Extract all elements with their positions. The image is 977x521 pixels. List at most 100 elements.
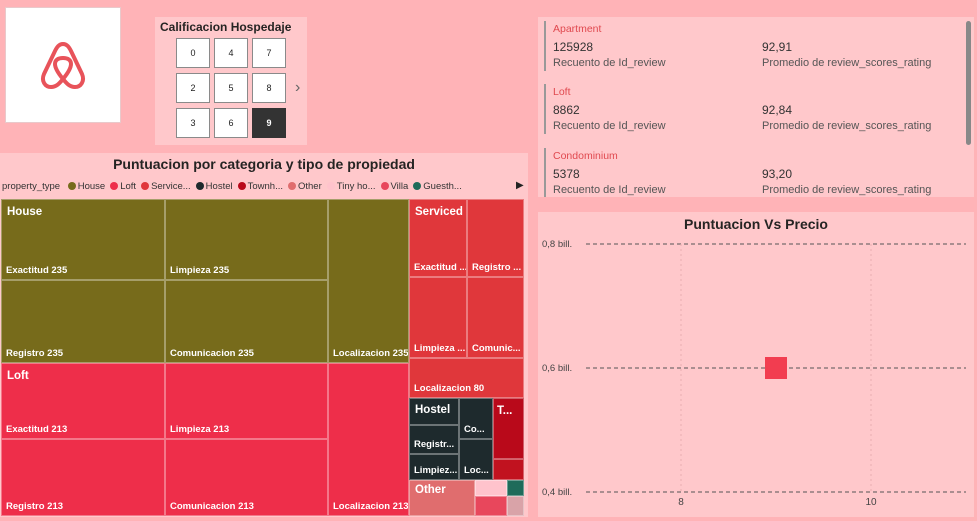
scatter-title: Puntuacion Vs Precio [684, 216, 828, 232]
tile-serviced-exactitud[interactable]: Serviced apartm... Exactitud ... [409, 199, 467, 277]
legend-item[interactable]: Service... [141, 181, 191, 192]
tile-loft-limpieza[interactable]: Limpieza 213 [165, 363, 328, 439]
y-tick-label: 0,6 bill. [542, 363, 572, 374]
airbnb-logo [5, 7, 121, 123]
slicer-option-3[interactable]: 3 [176, 108, 210, 138]
tile-label: Comunicacion 213 [170, 501, 254, 512]
tile-villa[interactable] [475, 496, 507, 516]
airbnb-logo-icon [40, 42, 86, 89]
tile-loft-exactitud[interactable]: Loft Exactitud 213 [1, 363, 165, 439]
card-count-label: Recuento de Id_review [553, 57, 666, 69]
legend-label: Townh... [247, 181, 283, 192]
legend-dot-icon [195, 182, 204, 190]
legend-dot-icon [67, 182, 76, 190]
legend-next-icon[interactable]: ▶ [516, 180, 524, 191]
tile-label: Comunicacion 235 [170, 348, 254, 359]
slicer-option-6[interactable]: 6 [214, 108, 248, 138]
slicer-option-0[interactable]: 0 [176, 38, 210, 68]
tile-loft-registro[interactable]: Registro 213 [1, 439, 165, 516]
tile-loft-localizacion[interactable]: Localizacion 213 [328, 363, 409, 516]
legend-dot-icon [413, 182, 422, 190]
tile-serviced-registro[interactable]: Registro ... [467, 199, 524, 277]
x-tick-label: 8 [678, 497, 684, 508]
scatter-point[interactable] [765, 357, 787, 379]
legend-label: House [77, 181, 106, 192]
tile-hostel-registro[interactable]: Registr... [409, 425, 459, 454]
card-apartment: Apartment 125928 Recuento de Id_review 9… [544, 21, 964, 71]
card-avg-label: Promedio de review_scores_rating [762, 120, 932, 132]
tile-tiny-house[interactable] [475, 480, 507, 496]
tile-house-comunicacion[interactable]: Comunicacion 235 [165, 280, 328, 363]
tile-serviced-limpieza[interactable]: Limpieza ... [409, 277, 467, 358]
tile-hostel-loc[interactable]: Loc... [459, 439, 493, 480]
tile-label: Localizacion 235 [333, 348, 409, 359]
legend-label: Hostel [205, 181, 233, 192]
tile-house-localizacion[interactable]: Localizacion 235 [328, 199, 409, 363]
group-label-house: House [7, 206, 43, 218]
tile-house-registro[interactable]: Registro 235 [1, 280, 165, 363]
tile-label: Limpiez... [414, 465, 458, 476]
cards-scrollbar[interactable] [966, 21, 971, 145]
legend-label: Service... [151, 181, 191, 192]
group-label-hostel: Hostel [415, 404, 451, 416]
slicer-option-4[interactable]: 4 [214, 38, 248, 68]
tile-house-limpieza[interactable]: Limpieza 235 [165, 199, 328, 280]
legend-item[interactable]: Loft [110, 181, 136, 192]
slicer-option-7[interactable]: 7 [252, 38, 286, 68]
card-avg-value: 92,84 [762, 103, 793, 117]
tile-townhouse[interactable]: T... [493, 398, 524, 459]
tile-label: Comunic... [472, 343, 521, 354]
legend-item[interactable]: Villa [380, 181, 409, 192]
card-condominium: Condominium 5378 Recuento de Id_review 9… [544, 148, 964, 197]
card-category: Loft [553, 86, 571, 98]
tile-label: Registro ... [472, 262, 522, 273]
tile-serviced-localizacion[interactable]: Localizacion 80 [409, 358, 524, 398]
group-label-serviced: Serviced apartm... [415, 206, 466, 218]
legend-label: Villa [390, 181, 409, 192]
legend-dot-icon [288, 182, 296, 190]
legend-item[interactable]: Tiny ho... [326, 181, 376, 192]
tile-serviced-comunicacion[interactable]: Comunic... [467, 277, 524, 358]
tile-label: Localizacion 80 [414, 383, 485, 394]
tile-townhouse-2[interactable] [493, 459, 524, 480]
tile-hostel-limpieza[interactable]: Limpiez... [409, 454, 459, 480]
multi-row-card: Apartment 125928 Recuento de Id_review 9… [538, 17, 974, 197]
slicer-option-8[interactable]: 8 [252, 73, 286, 103]
legend-item[interactable]: Hostel [195, 181, 233, 192]
scatter-chart: 0,8 bill. 0,6 bill. 0,4 bill. 8 10 [542, 239, 966, 508]
card-loft: Loft 8862 Recuento de Id_review 92,84 Pr… [544, 84, 964, 134]
tile-small[interactable] [507, 496, 524, 516]
legend-dot-icon [326, 182, 335, 190]
tile-label: Loc... [464, 465, 489, 476]
chevron-right-icon[interactable]: › [295, 79, 300, 97]
tile-label: Exactitud 213 [6, 424, 68, 435]
tile-loft-comunicacion[interactable]: Comunicacion 213 [165, 439, 328, 516]
tile-label: Limpieza ... [414, 343, 466, 354]
legend-item[interactable]: Guesth... [413, 181, 462, 192]
slicer-option-5[interactable]: 5 [214, 73, 248, 103]
tile-house-exactitud[interactable]: House Exactitud 235 [1, 199, 165, 280]
card-avg-value: 93,20 [762, 167, 793, 181]
tile-hostel-header[interactable]: Hostel [409, 398, 459, 425]
legend-item[interactable]: Other [288, 181, 322, 192]
tile-guesthouse[interactable] [507, 480, 524, 496]
card-count-value: 8862 [553, 103, 580, 117]
tile-label: Co... [464, 424, 485, 435]
legend-item[interactable]: House [67, 181, 106, 192]
card-avg-value: 92,91 [762, 40, 793, 54]
card-category: Condominium [553, 150, 618, 162]
legend-dot-icon [380, 182, 389, 190]
slicer-option-9[interactable]: 9 [252, 108, 286, 138]
tile-hostel-co[interactable]: Co... [459, 398, 493, 439]
group-label-townhouse: T... [497, 405, 513, 417]
treemap-legend: property_type House Loft Service... Hostel T… [2, 181, 514, 195]
treemap-title: Puntuacion por categoria y tipo de propi… [113, 156, 415, 172]
legend-label: Other [298, 181, 322, 192]
tile-other[interactable]: Other [409, 480, 475, 516]
legend-item[interactable]: Townh... [237, 181, 283, 192]
scatter-panel: 0,8 bill. 0,6 bill. 0,4 bill. 8 10 Puntuacio… [538, 212, 974, 517]
card-avg-label: Promedio de review_scores_rating [762, 184, 932, 196]
slicer-option-2[interactable]: 2 [176, 73, 210, 103]
tile-label: Registro 235 [6, 348, 64, 359]
treemap: House Exactitud 235 Limpieza 235 Registr… [1, 199, 526, 516]
